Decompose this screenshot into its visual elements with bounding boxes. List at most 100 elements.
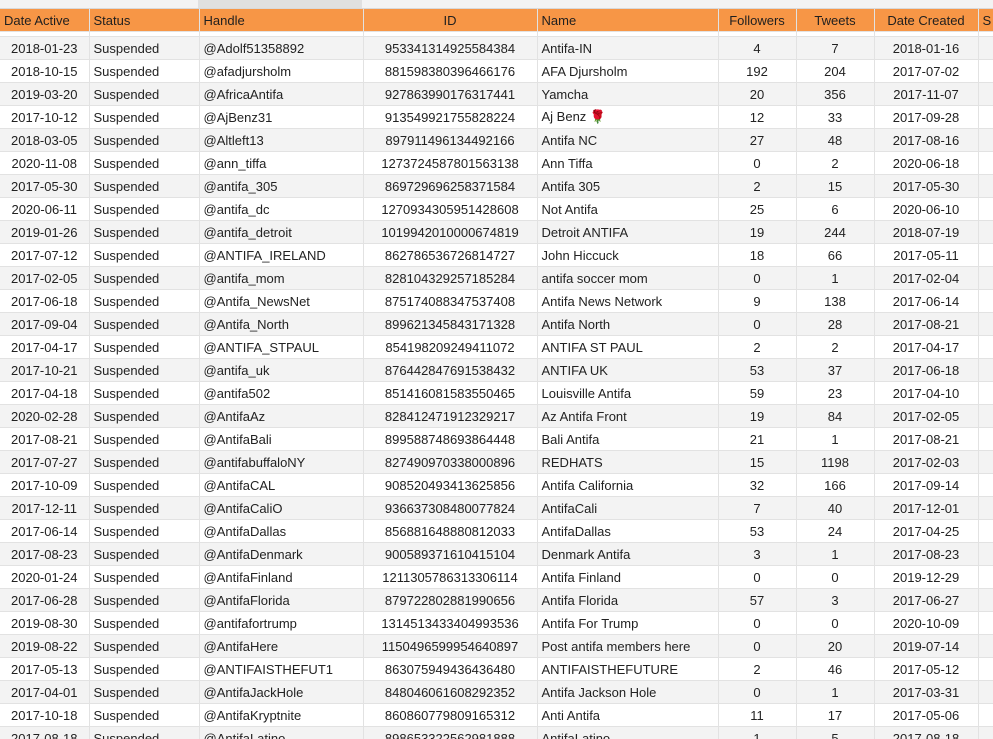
cell-followers[interactable]: 0 xyxy=(718,266,797,290)
cell-handle[interactable]: @AntifaDallas xyxy=(199,519,364,543)
cell-date-created[interactable]: 2017-05-30 xyxy=(874,174,979,198)
table-row[interactable]: 2017-06-28 Suspended @AntifaFlorida 8797228… xyxy=(0,588,993,612)
cell-handle[interactable]: @antifa_detroit xyxy=(199,220,364,244)
cell-date-created[interactable]: 2017-05-06 xyxy=(874,703,979,727)
cell-status[interactable]: Suspended xyxy=(89,381,200,405)
cell-handle[interactable]: @antifafortrump xyxy=(199,611,364,635)
cell-name[interactable]: Denmark Antifa xyxy=(537,542,719,566)
cell-date-created[interactable]: 2017-08-21 xyxy=(874,427,979,451)
cell-handle[interactable]: @ANTIFAISTHEFUT1 xyxy=(199,657,364,681)
cell-handle[interactable]: @antifa502 xyxy=(199,381,364,405)
cell-name[interactable]: Detroit ANTIFA xyxy=(537,220,719,244)
table-row[interactable]: 2018-03-05 Suspended @Altleft13 89791149613… xyxy=(0,128,993,152)
cell-name[interactable]: Bali Antifa xyxy=(537,427,719,451)
cell-name[interactable]: Yamcha xyxy=(537,82,719,106)
cell-name[interactable]: Antifa Florida xyxy=(537,588,719,612)
cell-extra[interactable] xyxy=(978,151,993,175)
cell-extra[interactable] xyxy=(978,519,993,543)
table-row[interactable]: 2017-04-01 Suspended @AntifaJackHole 848046… xyxy=(0,680,993,704)
cell-date-created[interactable]: 2017-03-31 xyxy=(874,680,979,704)
cell-name[interactable]: ANTIFA ST PAUL xyxy=(537,335,719,359)
table-row[interactable]: 2019-03-20 Suspended @AfricaAntifa 92786399… xyxy=(0,82,993,106)
cell-status[interactable]: Suspended xyxy=(89,335,200,359)
cell-handle[interactable]: @AjBenz31 xyxy=(199,105,364,129)
cell-handle[interactable]: @antifa_305 xyxy=(199,174,364,198)
cell-date-active[interactable]: 2017-10-21 xyxy=(0,358,90,382)
cell-date-active[interactable]: 2017-08-18 xyxy=(0,726,90,739)
cell-handle[interactable]: @antifabuffaloNY xyxy=(199,450,364,474)
header-handle[interactable]: Handle xyxy=(199,9,364,32)
table-row[interactable]: 2017-08-18 Suspended @AntifaLatino 89865332… xyxy=(0,726,993,739)
cell-tweets[interactable]: 2 xyxy=(796,335,875,359)
cell-extra[interactable] xyxy=(978,358,993,382)
cell-tweets[interactable]: 33 xyxy=(796,105,875,129)
cell-extra[interactable] xyxy=(978,565,993,589)
cell-date-active[interactable]: 2017-04-01 xyxy=(0,680,90,704)
cell-extra[interactable] xyxy=(978,450,993,474)
cell-followers[interactable]: 21 xyxy=(718,427,797,451)
cell-followers[interactable]: 9 xyxy=(718,289,797,313)
cell-name[interactable]: Not Antifa xyxy=(537,197,719,221)
cell-date-active[interactable]: 2020-02-28 xyxy=(0,404,90,428)
cell-id[interactable]: 869729696258371584 xyxy=(363,174,538,198)
cell-extra[interactable] xyxy=(978,381,993,405)
cell-handle[interactable]: @AntifaAz xyxy=(199,404,364,428)
cell-id[interactable]: 927863990176317441 xyxy=(363,82,538,106)
cell-id[interactable]: 860860779809165312 xyxy=(363,703,538,727)
cell-handle[interactable]: @ANTIFA_IRELAND xyxy=(199,243,364,267)
cell-name[interactable]: REDHATS xyxy=(537,450,719,474)
cell-date-active[interactable]: 2017-10-12 xyxy=(0,105,90,129)
header-tweets[interactable]: Tweets xyxy=(796,9,875,32)
cell-date-active[interactable]: 2017-10-09 xyxy=(0,473,90,497)
cell-name[interactable]: Aj Benz 🌹 xyxy=(537,105,719,129)
cell-handle[interactable]: @AntifaCaliO xyxy=(199,496,364,520)
cell-extra[interactable] xyxy=(978,174,993,198)
cell-date-created[interactable]: 2017-06-14 xyxy=(874,289,979,313)
cell-tweets[interactable]: 1 xyxy=(796,680,875,704)
cell-date-created[interactable]: 2017-04-25 xyxy=(874,519,979,543)
table-row[interactable]: 2017-07-27 Suspended @antifabuffaloNY 82749… xyxy=(0,450,993,474)
cell-date-active[interactable]: 2019-03-20 xyxy=(0,82,90,106)
table-row[interactable]: 2017-08-21 Suspended @AntifaBali 8995887486… xyxy=(0,427,993,451)
cell-extra[interactable] xyxy=(978,680,993,704)
cell-date-created[interactable]: 2017-05-11 xyxy=(874,243,979,267)
cell-tweets[interactable]: 0 xyxy=(796,565,875,589)
cell-date-active[interactable]: 2019-01-26 xyxy=(0,220,90,244)
cell-id[interactable]: 908520493413625856 xyxy=(363,473,538,497)
cell-id[interactable]: 876442847691538432 xyxy=(363,358,538,382)
table-row[interactable]: 2019-01-26 Suspended @antifa_detroit 101994… xyxy=(0,220,993,244)
header-extra[interactable]: S xyxy=(978,9,993,32)
cell-id[interactable]: 875174088347537408 xyxy=(363,289,538,313)
cell-date-created[interactable]: 2017-06-27 xyxy=(874,588,979,612)
cell-name[interactable]: ANTIFA UK xyxy=(537,358,719,382)
cell-extra[interactable] xyxy=(978,703,993,727)
cell-date-active[interactable]: 2017-06-28 xyxy=(0,588,90,612)
cell-name[interactable]: AntifaCali xyxy=(537,496,719,520)
cell-name[interactable]: antifa soccer mom xyxy=(537,266,719,290)
cell-status[interactable]: Suspended xyxy=(89,611,200,635)
cell-date-created[interactable]: 2017-05-12 xyxy=(874,657,979,681)
cell-handle[interactable]: @Antifa_North xyxy=(199,312,364,336)
cell-id[interactable]: 828104329257185284 xyxy=(363,266,538,290)
cell-name[interactable]: Antifa North xyxy=(537,312,719,336)
cell-date-active[interactable]: 2017-05-13 xyxy=(0,657,90,681)
table-row[interactable]: 2017-04-18 Suspended @antifa502 85141608158… xyxy=(0,381,993,405)
cell-status[interactable]: Suspended xyxy=(89,197,200,221)
table-row[interactable]: 2017-10-18 Suspended @AntifaKryptnite 86086… xyxy=(0,703,993,727)
cell-tweets[interactable]: 1198 xyxy=(796,450,875,474)
cell-status[interactable]: Suspended xyxy=(89,105,200,129)
cell-name[interactable]: Anti Antifa xyxy=(537,703,719,727)
cell-extra[interactable] xyxy=(978,220,993,244)
cell-status[interactable]: Suspended xyxy=(89,588,200,612)
cell-date-created[interactable]: 2017-06-18 xyxy=(874,358,979,382)
cell-followers[interactable]: 2 xyxy=(718,657,797,681)
cell-extra[interactable] xyxy=(978,611,993,635)
cell-handle[interactable]: @AntifaCAL xyxy=(199,473,364,497)
table-row[interactable]: 2017-10-12 Suspended @AjBenz31 913549921755… xyxy=(0,105,993,129)
cell-id[interactable]: 881598380396466176 xyxy=(363,59,538,83)
cell-status[interactable]: Suspended xyxy=(89,312,200,336)
table-row[interactable]: 2017-06-18 Suspended @Antifa_NewsNet 875174… xyxy=(0,289,993,313)
cell-extra[interactable] xyxy=(978,128,993,152)
cell-id[interactable]: 848046061608292352 xyxy=(363,680,538,704)
cell-date-active[interactable]: 2017-04-17 xyxy=(0,335,90,359)
